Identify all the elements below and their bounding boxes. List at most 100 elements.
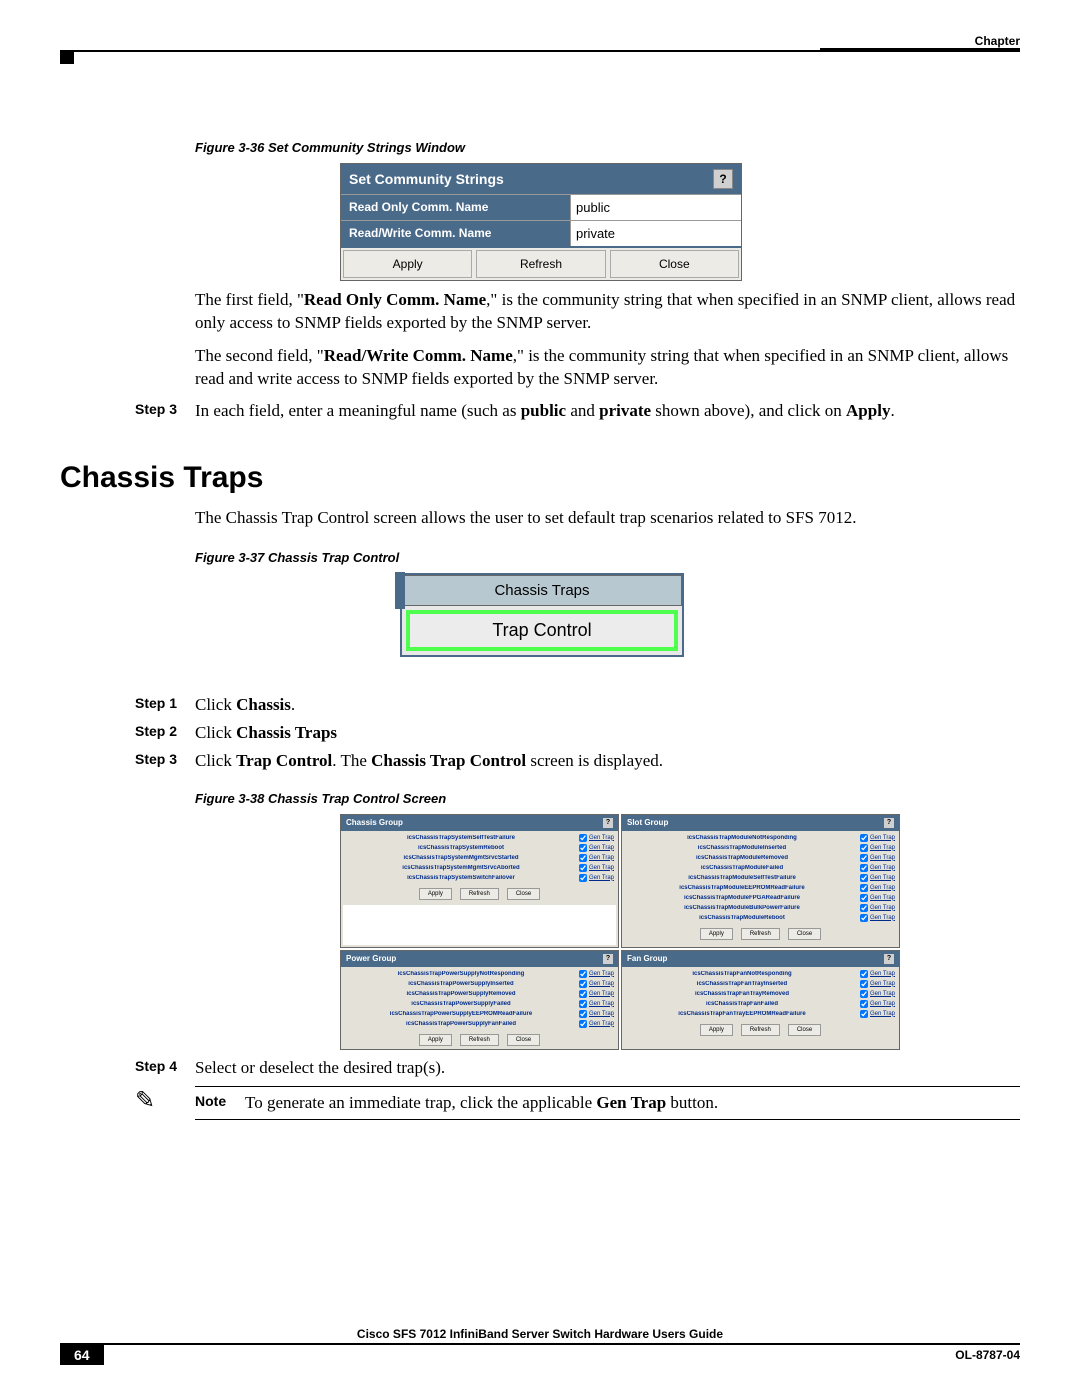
p2b: Read/Write Comm. Name <box>324 346 513 365</box>
trap-checkbox[interactable] <box>579 1010 587 1018</box>
help-icon[interactable]: ? <box>884 954 894 964</box>
gen-trap-link[interactable]: Gen Trap <box>870 981 895 987</box>
help-icon[interactable]: ? <box>603 954 613 964</box>
gen-trap-link[interactable]: Gen Trap <box>589 875 614 881</box>
gen-trap-link[interactable]: Gen Trap <box>589 835 614 841</box>
trap-row: icsChassisTrapModuleFailedGen Trap <box>624 863 897 873</box>
panel-spacer <box>343 905 616 945</box>
close-button[interactable]: Close <box>610 250 739 278</box>
help-icon[interactable]: ? <box>884 818 894 828</box>
trap-checkbox[interactable] <box>579 834 587 842</box>
gen-trap-link[interactable]: Gen Trap <box>589 981 614 987</box>
refresh-button[interactable]: Refresh <box>741 928 780 940</box>
close-button[interactable]: Close <box>788 928 821 940</box>
trap-checkbox[interactable] <box>860 914 868 922</box>
trap-checkbox[interactable] <box>860 980 868 988</box>
gen-trap-link[interactable]: Gen Trap <box>589 991 614 997</box>
gen-trap-link[interactable]: Gen Trap <box>870 895 895 901</box>
trap-name: icsChassisTrapSystemSelfTestFailure <box>345 835 577 841</box>
gen-trap-link[interactable]: Gen Trap <box>870 991 895 997</box>
trap-checkbox[interactable] <box>860 1010 868 1018</box>
trap-checkbox[interactable] <box>579 1000 587 1008</box>
trap-checkbox[interactable] <box>579 864 587 872</box>
gen-trap-link[interactable]: Gen Trap <box>870 845 895 851</box>
trap-checkbox[interactable] <box>579 844 587 852</box>
trap-checkbox[interactable] <box>579 990 587 998</box>
close-button[interactable]: Close <box>507 1034 540 1046</box>
gen-trap-link[interactable]: Gen Trap <box>870 1011 895 1017</box>
trap-checkbox[interactable] <box>860 970 868 978</box>
gen-trap-link[interactable]: Gen Trap <box>870 855 895 861</box>
read-only-comm-label: Read Only Comm. Name <box>341 195 570 220</box>
trap-control-button[interactable]: Trap Control <box>406 610 678 651</box>
trap-checkbox[interactable] <box>860 854 868 862</box>
trap-name: icsChassisTrapSystemMgmtSrvcAborted <box>345 865 577 871</box>
chassis-trap-control-screen: Chassis Group?icsChassisTrapSystemSelfTe… <box>340 814 900 1050</box>
trap-checkbox[interactable] <box>860 1000 868 1008</box>
gen-trap-link[interactable]: Gen Trap <box>589 1021 614 1027</box>
trap-row: icsChassisTrapFanTrayInserted Gen Trap <box>624 979 897 989</box>
gen-trap-link[interactable]: Gen Trap <box>589 855 614 861</box>
trap-checkbox[interactable] <box>579 970 587 978</box>
figure-3-36-caption: Figure 3-36 Set Community Strings Window <box>195 140 1020 155</box>
refresh-button[interactable]: Refresh <box>460 1034 499 1046</box>
apply-button[interactable]: Apply <box>343 250 472 278</box>
p1a: The first field, " <box>195 290 304 309</box>
gen-trap-link[interactable]: Gen Trap <box>870 885 895 891</box>
trap-name: icsChassisTrapPowerSupplyFanFailed <box>345 1021 577 1027</box>
trap-checkbox[interactable] <box>860 874 868 882</box>
trap-checkbox[interactable] <box>860 864 868 872</box>
paragraph-read-write: The second field, "Read/Write Comm. Name… <box>195 345 1020 391</box>
trap-row: icsChassisTrapPowerSupplyRemovedGen Trap <box>343 989 616 999</box>
read-only-comm-field[interactable]: public <box>570 195 741 220</box>
trap-name: icsChassisTrapFanTrayInserted <box>626 981 858 987</box>
apply-button[interactable]: Apply <box>419 1034 452 1046</box>
refresh-button[interactable]: Refresh <box>460 888 499 900</box>
gen-trap-link[interactable]: Gen Trap <box>870 971 895 977</box>
help-icon[interactable]: ? <box>713 169 733 189</box>
close-button[interactable]: Close <box>788 1024 821 1036</box>
trap-checkbox[interactable] <box>860 990 868 998</box>
trap-checkbox[interactable] <box>860 894 868 902</box>
trap-checkbox[interactable] <box>579 980 587 988</box>
refresh-button[interactable]: Refresh <box>741 1024 780 1036</box>
gen-trap-link[interactable]: Gen Trap <box>870 915 895 921</box>
apply-button[interactable]: Apply <box>700 928 733 940</box>
apply-button[interactable]: Apply <box>419 888 452 900</box>
trap-checkbox[interactable] <box>860 834 868 842</box>
gen-trap-link[interactable]: Gen Trap <box>870 1001 895 1007</box>
step-3-top: Step 3 In each field, enter a meaningful… <box>60 401 1020 421</box>
trap-row: icsChassisTrapModuleBulkPowerFailureGen … <box>624 903 897 913</box>
trap-checkbox[interactable] <box>579 854 587 862</box>
footer: Cisco SFS 7012 InfiniBand Server Switch … <box>60 1327 1020 1365</box>
trap-checkbox[interactable] <box>579 1020 587 1028</box>
gen-trap-link[interactable]: Gen Trap <box>870 875 895 881</box>
close-button[interactable]: Close <box>507 888 540 900</box>
gen-trap-link[interactable]: Gen Trap <box>589 1001 614 1007</box>
gen-trap-link[interactable]: Gen Trap <box>870 905 895 911</box>
figure-3-38-caption: Figure 3-38 Chassis Trap Control Screen <box>195 791 1020 806</box>
gen-trap-link[interactable]: Gen Trap <box>589 1011 614 1017</box>
trap-row: icsChassisTrapPowerSupplyFailedGen Trap <box>343 999 616 1009</box>
help-icon[interactable]: ? <box>603 818 613 828</box>
trap-row: icsChassisTrapFanFailedGen Trap <box>624 999 897 1009</box>
trap-row: icsChassisTrapPowerSupplyEEPROMReadFailu… <box>343 1009 616 1019</box>
gen-trap-link[interactable]: Gen Trap <box>589 971 614 977</box>
trap-checkbox[interactable] <box>579 874 587 882</box>
step-2-text: Click Chassis Traps <box>195 723 1020 743</box>
cs-title-bar: Set Community Strings ? <box>341 164 741 194</box>
trap-checkbox[interactable] <box>860 904 868 912</box>
trap-row: icsChassisTrapSystemSelfTestFailure Gen T… <box>343 833 616 843</box>
refresh-button[interactable]: Refresh <box>476 250 605 278</box>
read-write-comm-field[interactable]: private <box>570 221 741 246</box>
trap-checkbox[interactable] <box>860 844 868 852</box>
gen-trap-link[interactable]: Gen Trap <box>589 845 614 851</box>
gen-trap-link[interactable]: Gen Trap <box>870 865 895 871</box>
gen-trap-link[interactable]: Gen Trap <box>589 865 614 871</box>
trap-checkbox[interactable] <box>860 884 868 892</box>
trap-row: icsChassisTrapFanTrayRemovedGen Trap <box>624 989 897 999</box>
chassis-traps-intro: The Chassis Trap Control screen allows t… <box>195 507 1020 530</box>
trap-row: icsChassisTrapSystemRebootGen Trap <box>343 843 616 853</box>
apply-button[interactable]: Apply <box>700 1024 733 1036</box>
gen-trap-link[interactable]: Gen Trap <box>870 835 895 841</box>
